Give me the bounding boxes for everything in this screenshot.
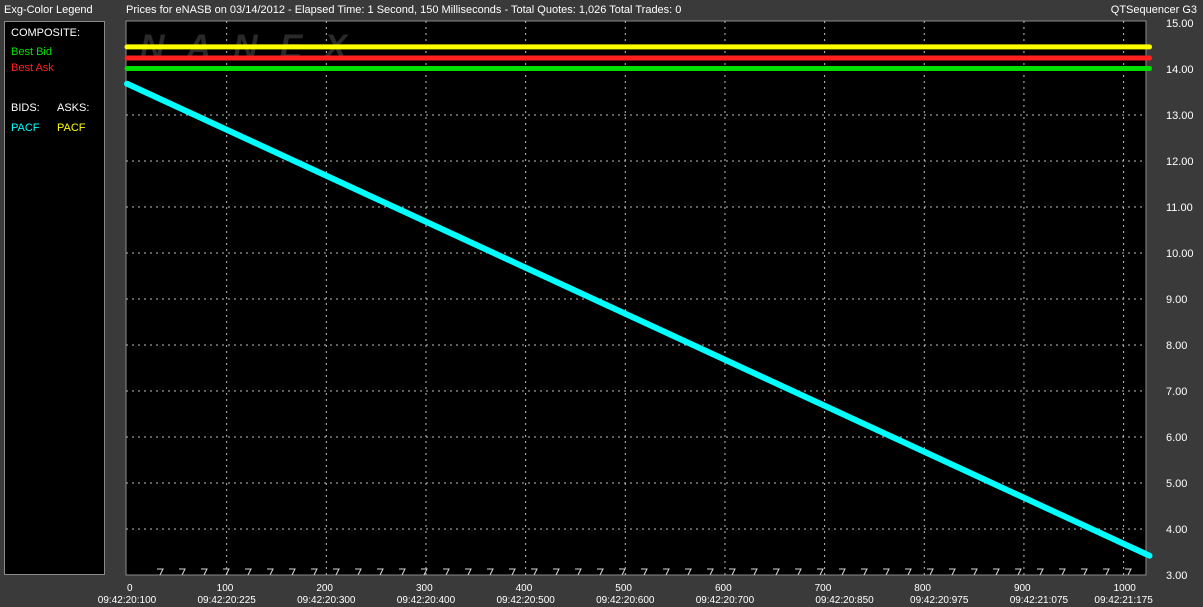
- x-tick-label: 100: [217, 583, 234, 594]
- x-tick-label: 400: [516, 583, 533, 594]
- time-tick-label: 09:42:20:100: [98, 595, 157, 606]
- y-tick-label: 6.00: [1166, 432, 1187, 444]
- x-tick-label: 600: [715, 583, 732, 594]
- price-chart: NANEX3.004.005.006.007.008.009.0010.0011…: [98, 18, 1194, 606]
- time-tick-label: 09:42:21:075: [1010, 595, 1069, 606]
- y-tick-label: 9.00: [1166, 294, 1187, 306]
- y-tick-label: 3.00: [1166, 570, 1187, 582]
- time-tick-label: 09:42:20:850: [815, 595, 874, 606]
- y-tick-label: 12.00: [1166, 156, 1194, 168]
- y-tick-label: 10.00: [1166, 248, 1194, 260]
- y-tick-label: 8.00: [1166, 340, 1187, 352]
- x-tick-label: 700: [815, 583, 832, 594]
- x-tick-label: 0: [127, 583, 133, 594]
- y-tick-label: 11.00: [1166, 202, 1193, 214]
- x-tick-label: 500: [615, 583, 632, 594]
- y-tick-label: 13.00: [1166, 110, 1194, 122]
- y-tick-label: 15.00: [1166, 18, 1194, 30]
- time-tick-label: 09:42:21:175: [1094, 595, 1153, 606]
- time-tick-label: 09:42:20:975: [910, 595, 969, 606]
- time-tick-label: 09:42:20:225: [197, 595, 256, 606]
- x-tick-label: 200: [316, 583, 333, 594]
- time-tick-label: 09:42:20:600: [596, 595, 655, 606]
- y-tick-label: 14.00: [1166, 64, 1194, 76]
- x-tick-label: 900: [1014, 583, 1031, 594]
- time-tick-label: 09:42:20:300: [297, 595, 356, 606]
- y-tick-label: 7.00: [1166, 386, 1187, 398]
- y-tick-label: 4.00: [1166, 524, 1187, 536]
- plot-area: [125, 20, 1147, 576]
- time-tick-label: 09:42:20:400: [397, 595, 456, 606]
- time-tick-label: 09:42:20:700: [696, 595, 755, 606]
- y-tick-label: 5.00: [1166, 478, 1187, 490]
- x-tick-label: 800: [914, 583, 931, 594]
- x-tick-label: 1000: [1114, 583, 1137, 594]
- time-tick-label: 09:42:20:500: [496, 595, 555, 606]
- x-tick-label: 300: [416, 583, 433, 594]
